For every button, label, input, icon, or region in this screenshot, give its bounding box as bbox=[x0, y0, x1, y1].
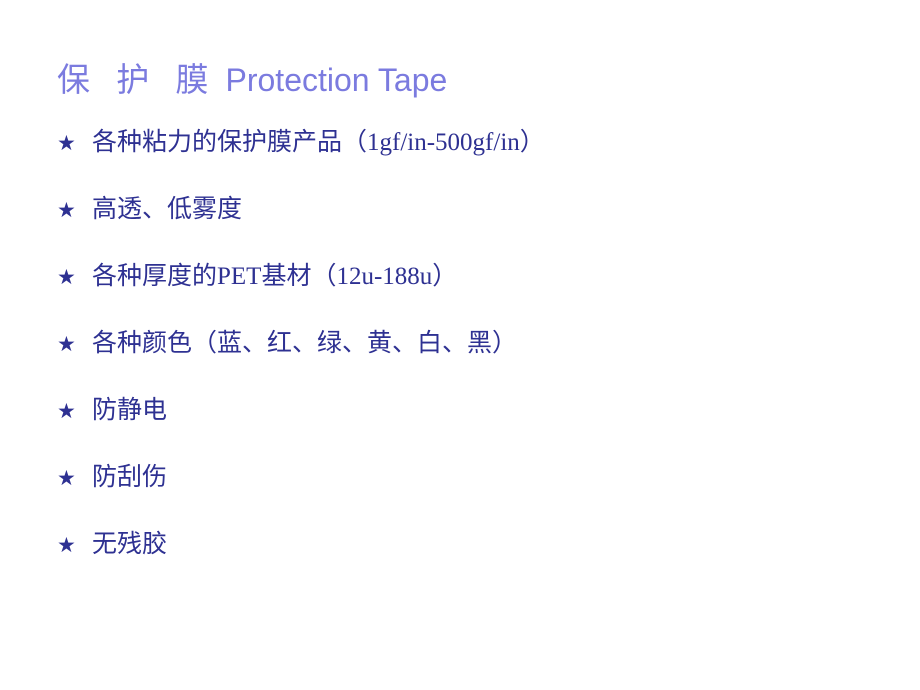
star-icon: ★ bbox=[57, 265, 76, 289]
page-title-chinese: 保 护 膜 bbox=[57, 63, 218, 99]
slide-canvas: 保 护 膜 Protection Tape ★ 各种粘力的保护膜产品（1gf/i… bbox=[0, 0, 920, 690]
list-item: ★ 防静电 bbox=[57, 394, 877, 461]
list-item: ★ 各种粘力的保护膜产品（1gf/in-500gf/in） bbox=[57, 126, 877, 193]
list-item-label: 高透、低雾度 bbox=[92, 196, 243, 223]
list-item-label: 各种粘力的保护膜产品（1gf/in-500gf/in） bbox=[92, 129, 545, 156]
star-icon: ★ bbox=[57, 533, 76, 557]
list-item: ★ 各种厚度的PET基材（12u-188u） bbox=[57, 260, 877, 327]
star-icon: ★ bbox=[57, 466, 76, 490]
list-item: ★ 各种颜色（蓝、红、绿、黄、白、黑） bbox=[57, 327, 877, 394]
list-item-label: 各种颜色（蓝、红、绿、黄、白、黑） bbox=[92, 330, 518, 357]
star-icon: ★ bbox=[57, 399, 76, 423]
star-icon: ★ bbox=[57, 198, 76, 222]
feature-bullet-list: ★ 各种粘力的保护膜产品（1gf/in-500gf/in） ★ 高透、低雾度 ★… bbox=[57, 126, 877, 595]
list-item: ★ 防刮伤 bbox=[57, 461, 877, 528]
list-item-label: 无残胶 bbox=[92, 531, 168, 558]
page-title-english: Protection Tape bbox=[225, 62, 448, 98]
list-item: ★ 无残胶 bbox=[57, 528, 877, 595]
list-item-label: 各种厚度的PET基材（12u-188u） bbox=[92, 263, 458, 290]
list-item-label: 防刮伤 bbox=[92, 464, 168, 491]
star-icon: ★ bbox=[57, 332, 76, 356]
list-item: ★ 高透、低雾度 bbox=[57, 193, 877, 260]
list-item-label: 防静电 bbox=[92, 397, 168, 424]
page-title: 保 护 膜 Protection Tape bbox=[57, 60, 447, 101]
star-icon: ★ bbox=[57, 131, 76, 155]
